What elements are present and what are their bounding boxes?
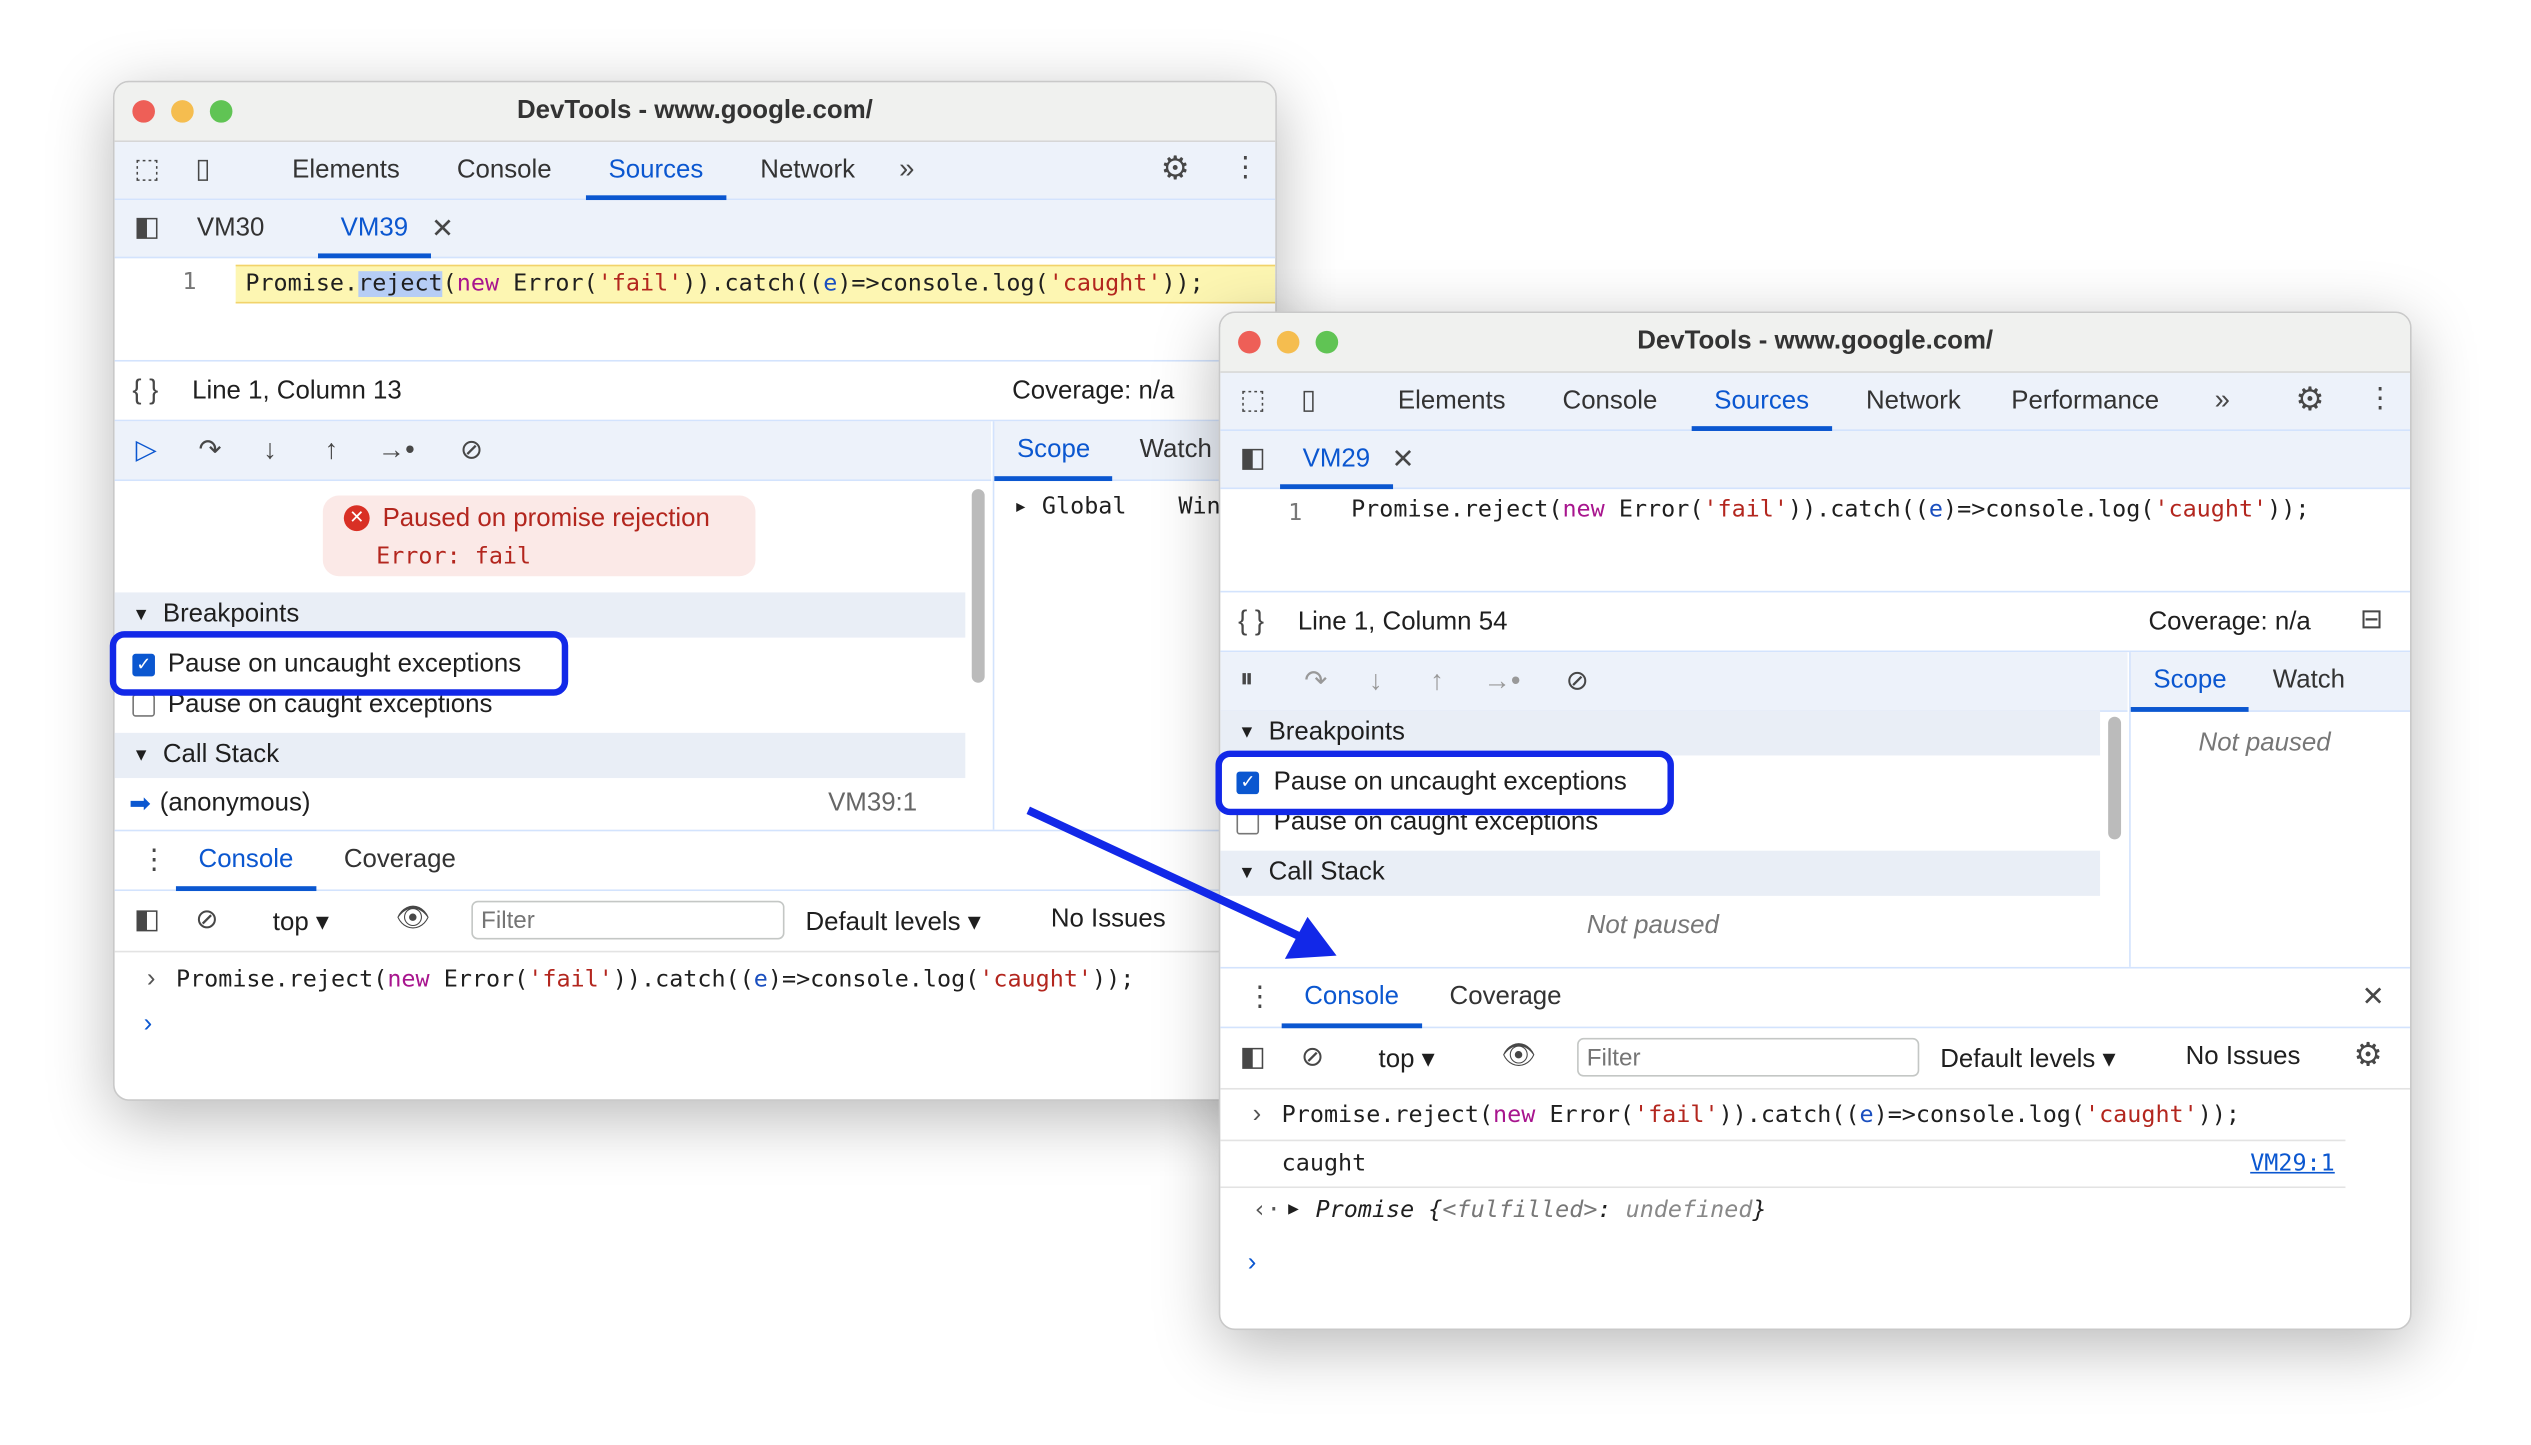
annotation-arrow xyxy=(1026,806,1337,959)
arrow-head xyxy=(1284,916,1337,959)
arrow-shaft xyxy=(1026,806,1302,940)
